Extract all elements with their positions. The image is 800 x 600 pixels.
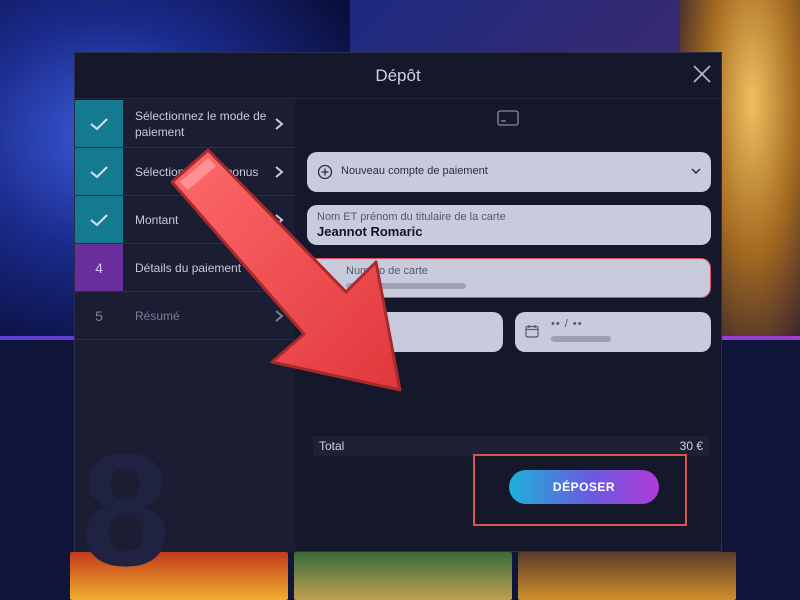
- step-label: Sélectionnez les bonus: [135, 164, 259, 179]
- cvv-field[interactable]: [307, 312, 503, 352]
- deposit-modal: Dépôt 8 Sélectionnez le mode de paiement…: [74, 52, 722, 590]
- game-tile[interactable]: [518, 552, 736, 600]
- step-label: Sélectionnez le mode de paiement: [135, 108, 267, 139]
- steps-sidebar: 8 Sélectionnez le mode de paiement Sélec…: [75, 100, 295, 590]
- chevron-right-icon: [275, 309, 284, 322]
- chevron-down-icon: [691, 168, 701, 175]
- expiry-mask: •• / ••: [551, 318, 583, 330]
- card-number-blurred: [346, 283, 466, 289]
- submit-highlight-box: DÉPOSER: [473, 454, 687, 526]
- step-label: Résumé: [135, 308, 180, 323]
- card-number-field[interactable]: Numéro de carte: [307, 258, 711, 298]
- chevron-right-icon: [275, 213, 284, 226]
- chevron-right-icon: [275, 165, 284, 178]
- select-value: Nouveau compte de paiement: [341, 165, 488, 177]
- step-summary[interactable]: 5 Résumé: [75, 292, 295, 340]
- cardholder-name-label: Nom ET prénom du titulaire de la carte: [317, 211, 506, 223]
- payment-account-select[interactable]: Nouveau compte de paiement: [307, 152, 711, 192]
- check-icon: [75, 100, 123, 147]
- expiry-date-field[interactable]: •• / ••: [515, 312, 711, 352]
- cardholder-name-value: Jeannot Romaric: [317, 224, 423, 239]
- check-icon: [75, 196, 123, 243]
- total-row: Total 30 €: [313, 436, 709, 456]
- step-label: Détails du paiement: [135, 260, 242, 275]
- close-icon[interactable]: [689, 61, 715, 87]
- total-label: Total: [319, 439, 345, 453]
- plus-circle-icon: [317, 164, 333, 180]
- step-bonus[interactable]: Sélectionnez les bonus: [75, 148, 295, 196]
- step-payment-details[interactable]: 4 Détails du paiement: [75, 244, 295, 292]
- step-amount[interactable]: Montant: [75, 196, 295, 244]
- payment-form: Nouveau compte de paiement Nom ET prénom…: [301, 100, 717, 552]
- cardholder-name-field[interactable]: Nom ET prénom du titulaire de la carte J…: [307, 205, 711, 245]
- step-number: 5: [95, 307, 103, 324]
- calendar-icon: [525, 325, 539, 338]
- decorative-number: 8: [81, 420, 170, 599]
- step-number: 4: [75, 244, 123, 291]
- card-number-label: Numéro de carte: [346, 265, 428, 277]
- modal-header: Dépôt: [75, 53, 721, 99]
- check-icon: [75, 148, 123, 195]
- deposit-button[interactable]: DÉPOSER: [509, 470, 659, 504]
- step-payment-method[interactable]: Sélectionnez le mode de paiement: [75, 100, 295, 148]
- game-tile[interactable]: [294, 552, 512, 600]
- modal-title: Dépôt: [375, 65, 421, 85]
- total-amount: 30 €: [679, 439, 703, 453]
- step-label: Montant: [135, 212, 179, 227]
- expiry-blurred: [551, 336, 611, 342]
- credit-card-icon: [497, 110, 519, 126]
- chevron-right-icon: [275, 117, 284, 130]
